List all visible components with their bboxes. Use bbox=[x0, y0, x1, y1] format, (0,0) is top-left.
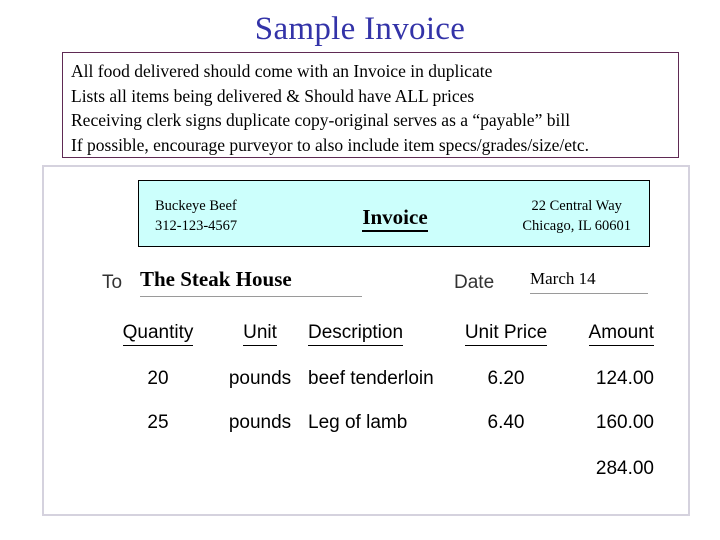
cell-amount: 124.00 bbox=[595, 368, 654, 389]
cell-empty bbox=[104, 434, 212, 480]
column-header-description: Description bbox=[308, 322, 458, 346]
column-header-amount: Amount bbox=[554, 322, 654, 346]
cell-empty bbox=[458, 434, 554, 480]
column-header-quantity: Quantity bbox=[104, 322, 212, 346]
notes-box: All food delivered should come with an I… bbox=[62, 52, 679, 158]
cell-description: beef tenderloin bbox=[308, 368, 434, 389]
cell-quantity: 25 bbox=[147, 412, 169, 433]
date-field[interactable]: March 14 bbox=[530, 269, 648, 294]
cell-unit-price: 6.20 bbox=[487, 368, 525, 389]
cell-empty bbox=[212, 434, 308, 480]
notes-line: All food delivered should come with an I… bbox=[71, 61, 493, 81]
table-header-row: Quantity Unit Description Unit Price Amo… bbox=[104, 322, 654, 346]
cell-amount: 160.00 bbox=[595, 412, 654, 433]
invoice-letterhead: Buckeye Beef 312-123-4567 Invoice 22 Cen… bbox=[138, 180, 650, 247]
page-title: Sample Invoice bbox=[254, 11, 466, 47]
cell-total-amount: 284.00 bbox=[595, 458, 654, 479]
letterhead-address-block: 22 Central Way Chicago, IL 60601 bbox=[522, 196, 631, 236]
invoice-card: Buckeye Beef 312-123-4567 Invoice 22 Cen… bbox=[42, 165, 690, 516]
to-field[interactable]: The Steak House bbox=[140, 267, 362, 297]
table-row: 25 pounds Leg of lamb 6.40 160.00 bbox=[104, 390, 654, 434]
cell-quantity: 20 bbox=[147, 368, 169, 389]
notes-line: If possible, encourage purveyor to also … bbox=[71, 134, 590, 155]
invoice-heading-text: Invoice bbox=[362, 205, 428, 232]
notes-line: Receiving clerk signs duplicate copy-ori… bbox=[71, 110, 571, 131]
cell-empty bbox=[308, 434, 458, 480]
column-header-unit-price: Unit Price bbox=[458, 322, 554, 346]
notes-line: Lists all items being delivered & Should… bbox=[71, 85, 475, 106]
cell-unit-price: 6.40 bbox=[487, 412, 525, 433]
table-row: 20 pounds beef tenderloin 6.20 124.00 bbox=[104, 346, 654, 390]
address-line-1: 22 Central Way bbox=[531, 198, 622, 214]
invoice-items-table: Quantity Unit Description Unit Price Amo… bbox=[104, 322, 654, 480]
table-total-row: 284.00 bbox=[104, 434, 654, 480]
address-line-2: Chicago, IL 60601 bbox=[522, 218, 631, 234]
cell-description: Leg of lamb bbox=[308, 412, 408, 433]
cell-unit: pounds bbox=[228, 368, 292, 389]
column-header-unit: Unit bbox=[212, 322, 308, 346]
to-label: To bbox=[102, 272, 123, 293]
cell-unit: pounds bbox=[228, 412, 292, 433]
date-label: Date bbox=[454, 272, 495, 293]
